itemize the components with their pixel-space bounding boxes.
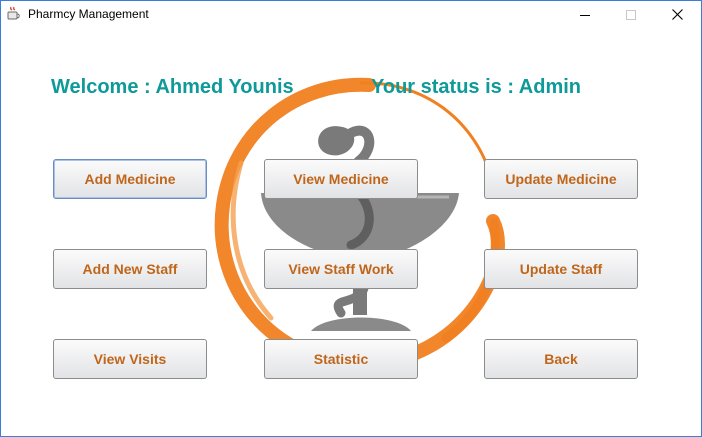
window-title: Pharmcy Management bbox=[28, 7, 149, 21]
java-cup-icon bbox=[7, 6, 20, 20]
maximize-icon bbox=[626, 9, 636, 20]
minimize-icon bbox=[580, 14, 590, 16]
statistic-button[interactable]: Statistic bbox=[264, 339, 418, 379]
minimize-button[interactable] bbox=[562, 1, 608, 28]
close-button[interactable] bbox=[654, 1, 700, 28]
add-medicine-button[interactable]: Add Medicine bbox=[53, 159, 207, 199]
main-window: Pharmcy Management Welcome : Ahmed Youni… bbox=[0, 0, 702, 437]
title-bar[interactable]: Pharmcy Management bbox=[1, 1, 701, 28]
view-medicine-button[interactable]: View Medicine bbox=[264, 159, 418, 199]
update-medicine-button[interactable]: Update Medicine bbox=[484, 159, 638, 199]
back-button[interactable]: Back bbox=[484, 339, 638, 379]
add-new-staff-button[interactable]: Add New Staff bbox=[53, 249, 207, 289]
maximize-button[interactable] bbox=[608, 1, 654, 28]
welcome-text: Welcome : Ahmed Younis bbox=[51, 76, 294, 98]
close-icon bbox=[671, 9, 683, 20]
user-status-text: Your status is : Admin bbox=[371, 76, 582, 98]
view-staff-work-button[interactable]: View Staff Work bbox=[264, 249, 418, 289]
update-staff-button[interactable]: Update Staff bbox=[484, 249, 638, 289]
view-visits-button[interactable]: View Visits bbox=[53, 339, 207, 379]
bowl-of-hygieia-logo bbox=[214, 77, 505, 371]
